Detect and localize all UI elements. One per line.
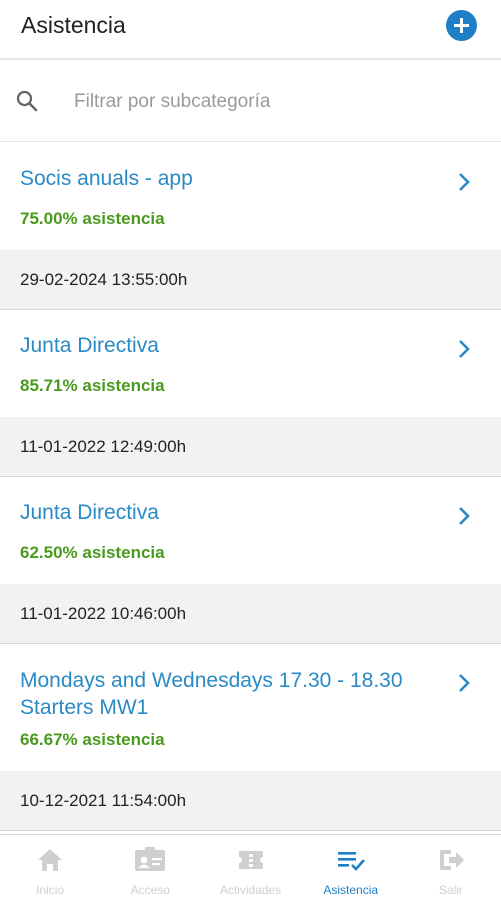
app-header: Asistencia xyxy=(0,0,501,60)
list-item[interactable]: Socis anuals - app 75.00% asistencia xyxy=(0,143,501,250)
attendance-list: Socis anuals - app 75.00% asistencia 29-… xyxy=(0,143,501,831)
item-date: 29-02-2024 13:55:00h xyxy=(0,250,501,310)
attendance-percentage: 85.71% asistencia xyxy=(20,376,165,395)
home-icon xyxy=(38,849,63,871)
tab-inicio[interactable]: Inicio xyxy=(0,835,100,900)
attendance-percentage: 75.00% asistencia xyxy=(20,209,165,228)
ticket-icon xyxy=(238,851,263,869)
attendance-percentage: 66.67% asistencia xyxy=(20,730,165,749)
item-date: 10-12-2021 11:54:00h xyxy=(0,771,501,831)
tab-label: Salir xyxy=(438,883,463,897)
list-item[interactable]: Junta Directiva 85.71% asistencia xyxy=(0,310,501,417)
search-icon[interactable] xyxy=(15,89,39,113)
item-title[interactable]: Socis anuals - app xyxy=(20,165,430,192)
list-item[interactable]: Junta Directiva 62.50% asistencia xyxy=(0,477,501,584)
item-date: 11-01-2022 12:49:00h xyxy=(0,417,501,477)
checklist-icon xyxy=(337,852,365,871)
item-date: 11-01-2022 10:46:00h xyxy=(0,584,501,644)
tab-salir[interactable]: Salir xyxy=(401,835,501,900)
search-bar xyxy=(0,62,501,142)
plus-circle-icon[interactable] xyxy=(446,10,477,41)
bottom-tab-bar: Inicio Acceso Actividades Asistencia Sal… xyxy=(0,834,501,900)
tab-label: Asistencia xyxy=(323,883,379,897)
page-title: Asistencia xyxy=(21,12,126,38)
item-title[interactable]: Junta Directiva xyxy=(20,499,430,526)
chevron-right-icon[interactable] xyxy=(457,338,471,360)
attendance-percentage: 62.50% asistencia xyxy=(20,543,165,562)
list-item[interactable]: Mondays and Wednesdays 17.30 - 18.30 Sta… xyxy=(0,644,501,771)
logout-icon xyxy=(439,850,464,870)
tab-acceso[interactable]: Acceso xyxy=(100,835,200,900)
chevron-right-icon[interactable] xyxy=(457,672,471,694)
tab-label: Acceso xyxy=(130,883,170,897)
tab-actividades[interactable]: Actividades xyxy=(200,835,300,900)
search-input[interactable] xyxy=(74,86,474,118)
tab-asistencia[interactable]: Asistencia xyxy=(301,835,401,900)
chevron-right-icon[interactable] xyxy=(457,171,471,193)
tab-label: Inicio xyxy=(36,883,65,897)
tab-label: Actividades xyxy=(219,883,282,897)
item-title[interactable]: Junta Directiva xyxy=(20,332,430,359)
id-card-icon xyxy=(135,847,166,871)
chevron-right-icon[interactable] xyxy=(457,505,471,527)
item-title[interactable]: Mondays and Wednesdays 17.30 - 18.30 Sta… xyxy=(20,667,430,721)
